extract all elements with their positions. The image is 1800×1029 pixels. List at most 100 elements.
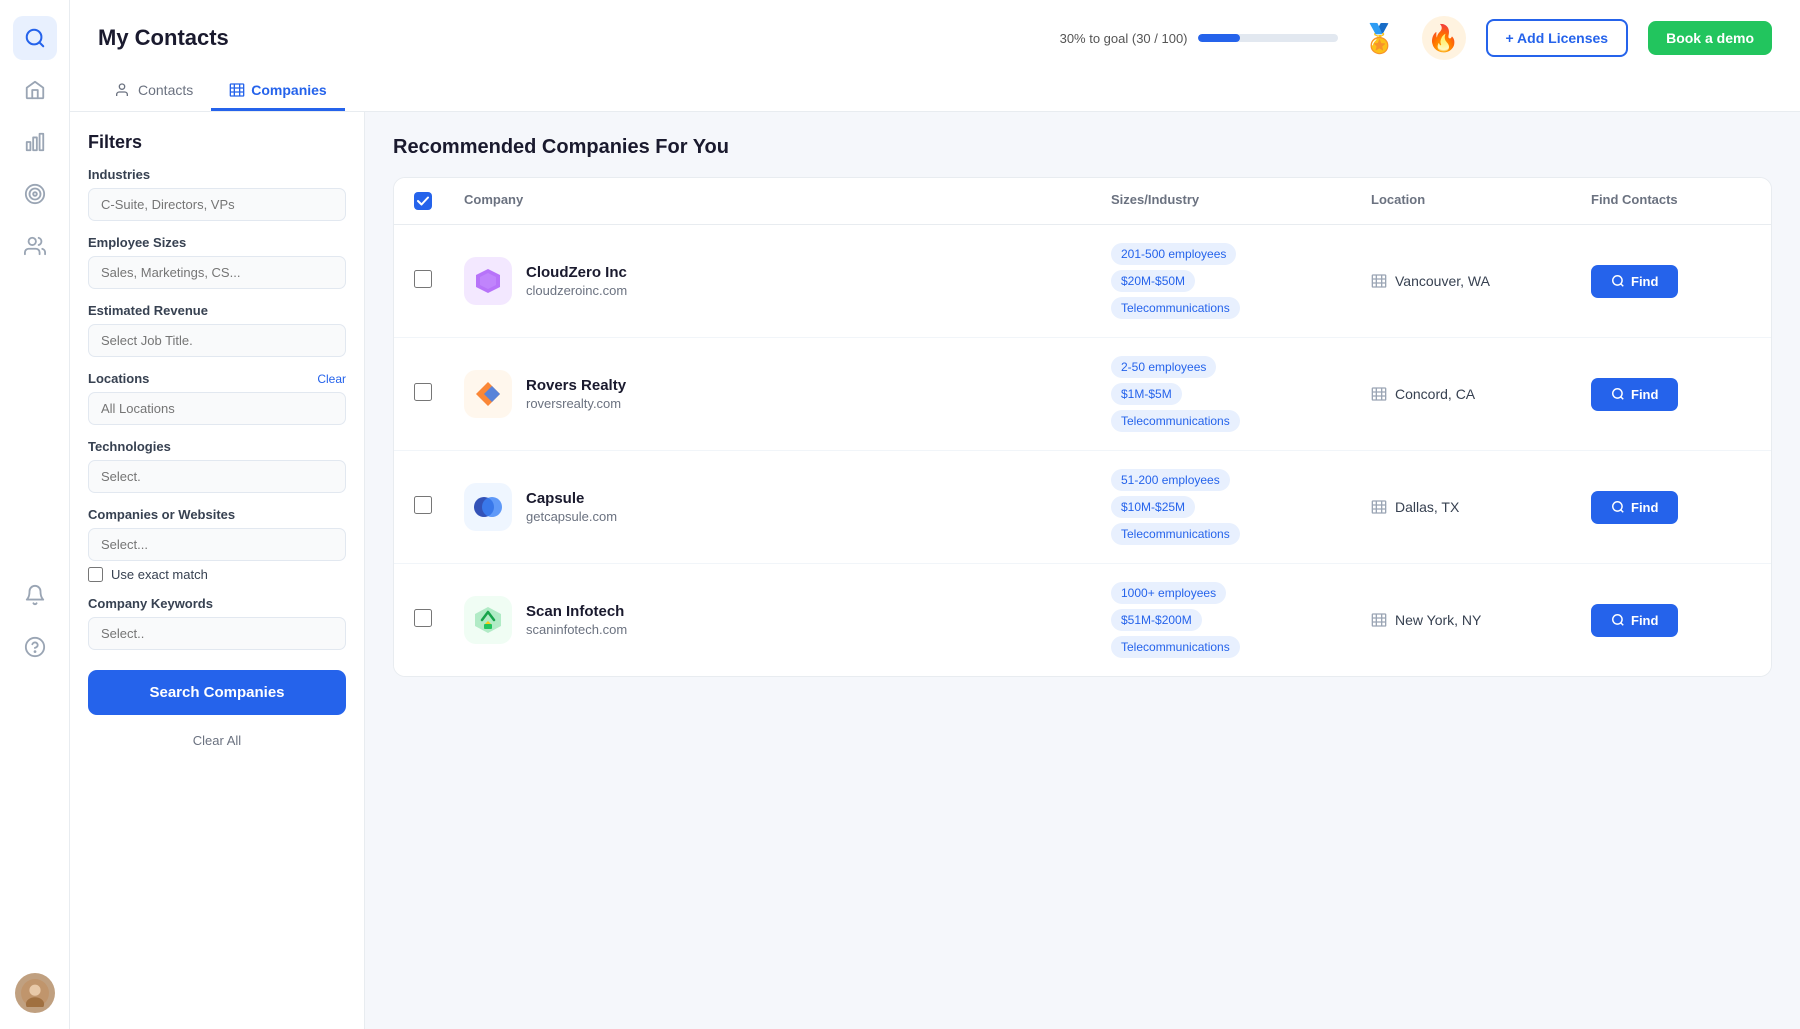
progress-area: 30% to goal (30 / 100) — [1060, 31, 1338, 46]
book-demo-button[interactable]: Book a demo — [1648, 21, 1772, 55]
row-checkbox-3[interactable] — [414, 609, 432, 627]
search-companies-button[interactable]: Search Companies — [88, 670, 346, 715]
tag-3-2: Telecommunications — [1111, 636, 1240, 658]
building-icon-2 — [1371, 499, 1387, 515]
filter-group-companies-websites: Companies or Websites Use exact match — [88, 507, 346, 582]
results-title: Recommended Companies For You — [393, 136, 1772, 159]
filter-group-technologies: Technologies — [88, 439, 346, 493]
company-info-1: Rovers Realty roversrealty.com — [526, 377, 626, 411]
tabs: Contacts Companies — [98, 72, 1772, 111]
companies-table: Company Sizes/Industry Location Find Con… — [393, 177, 1772, 677]
progress-label: 30% to goal (30 / 100) — [1060, 31, 1188, 46]
estimated-revenue-input[interactable] — [88, 324, 346, 357]
filter-label-employee-sizes: Employee Sizes — [88, 235, 186, 250]
sidebar-icon-home[interactable] — [13, 68, 57, 112]
header: My Contacts 30% to goal (30 / 100) 🏅 🔥 +… — [70, 0, 1800, 112]
row-checkbox-1[interactable] — [414, 383, 432, 401]
locations-clear-link[interactable]: Clear — [317, 372, 346, 386]
tag-2-2: Telecommunications — [1111, 523, 1240, 545]
body: Filters Industries Employee Sizes Estima… — [70, 112, 1800, 1029]
table-row: Scan Infotech scaninfotech.com 1000+ emp… — [394, 564, 1771, 676]
technologies-input[interactable] — [88, 460, 346, 493]
company-logo-1 — [464, 370, 512, 418]
company-cell-0: CloudZero Inc cloudzeroinc.com — [464, 257, 1111, 305]
companies-websites-input[interactable] — [88, 528, 346, 561]
company-logo-0 — [464, 257, 512, 305]
filters-title: Filters — [88, 132, 346, 153]
company-cell-1: Rovers Realty roversrealty.com — [464, 370, 1111, 418]
company-domain-1: roversrealty.com — [526, 396, 626, 411]
filter-label-company-keywords: Company Keywords — [88, 596, 213, 611]
sidebar-icon-contacts[interactable] — [13, 224, 57, 268]
company-info-2: Capsule getcapsule.com — [526, 490, 617, 524]
industries-input[interactable] — [88, 188, 346, 221]
company-cell-3: Scan Infotech scaninfotech.com — [464, 596, 1111, 644]
tag-3-0: 1000+ employees — [1111, 582, 1226, 604]
exact-match-checkbox[interactable] — [88, 567, 103, 582]
location-text-1: Concord, CA — [1395, 386, 1475, 402]
find-button-2[interactable]: Find — [1591, 491, 1678, 524]
find-button-3[interactable]: Find — [1591, 604, 1678, 637]
tab-companies[interactable]: Companies — [211, 72, 344, 111]
fire-icon: 🔥 — [1422, 16, 1466, 60]
col-sizes-industry: Sizes/Industry — [1111, 192, 1371, 210]
col-location: Location — [1371, 192, 1591, 210]
progress-bar-background — [1198, 34, 1338, 42]
building-icon-0 — [1371, 273, 1387, 289]
table-header: Company Sizes/Industry Location Find Con… — [394, 178, 1771, 225]
row-checkbox-2[interactable] — [414, 496, 432, 514]
row-checkbox-cell-2 — [414, 496, 464, 519]
filter-label-estimated-revenue: Estimated Revenue — [88, 303, 208, 318]
row-checkbox-0[interactable] — [414, 270, 432, 288]
tags-cell-0: 201-500 employees $20M-$50M Telecommunic… — [1111, 243, 1371, 319]
company-domain-0: cloudzeroinc.com — [526, 283, 627, 298]
medal-icon: 🏅 — [1358, 16, 1402, 60]
company-domain-3: scaninfotech.com — [526, 622, 627, 637]
sidebar — [0, 0, 70, 1029]
filter-group-industries: Industries — [88, 167, 346, 221]
tag-0-2: Telecommunications — [1111, 297, 1240, 319]
row-checkbox-cell-3 — [414, 609, 464, 632]
row-checkbox-cell-0 — [414, 270, 464, 293]
exact-match-label: Use exact match — [111, 567, 208, 582]
progress-bar-fill — [1198, 34, 1240, 42]
filter-label-companies-websites: Companies or Websites — [88, 507, 235, 522]
find-cell-0: Find — [1591, 265, 1751, 298]
find-button-1[interactable]: Find — [1591, 378, 1678, 411]
filter-label-locations: Locations — [88, 371, 149, 386]
location-text-0: Vancouver, WA — [1395, 273, 1490, 289]
location-cell-3: New York, NY — [1371, 612, 1591, 628]
locations-input[interactable] — [88, 392, 346, 425]
tag-1-2: Telecommunications — [1111, 410, 1240, 432]
clear-all-button[interactable]: Clear All — [88, 729, 346, 752]
header-checkbox-cell — [414, 192, 464, 210]
tags-cell-3: 1000+ employees $51M-$200M Telecommunica… — [1111, 582, 1371, 658]
user-avatar[interactable] — [15, 973, 55, 1013]
select-all-checkbox[interactable] — [414, 192, 432, 210]
building-icon-3 — [1371, 612, 1387, 628]
company-cell-2: Capsule getcapsule.com — [464, 483, 1111, 531]
sidebar-icon-search[interactable] — [13, 16, 57, 60]
sidebar-icon-chart[interactable] — [13, 120, 57, 164]
add-licenses-button[interactable]: + Add Licenses — [1486, 19, 1629, 57]
filter-group-estimated-revenue: Estimated Revenue — [88, 303, 346, 357]
tab-contacts[interactable]: Contacts — [98, 72, 211, 111]
company-name-3: Scan Infotech — [526, 603, 627, 620]
find-cell-3: Find — [1591, 604, 1751, 637]
employee-sizes-input[interactable] — [88, 256, 346, 289]
filter-label-technologies: Technologies — [88, 439, 171, 454]
building-icon-1 — [1371, 386, 1387, 402]
company-logo-3 — [464, 596, 512, 644]
sidebar-icon-help[interactable] — [13, 625, 57, 669]
filter-label-industries: Industries — [88, 167, 150, 182]
sidebar-icon-bell[interactable] — [13, 573, 57, 617]
tag-3-1: $51M-$200M — [1111, 609, 1202, 631]
filters-panel: Filters Industries Employee Sizes Estima… — [70, 112, 365, 1029]
find-button-0[interactable]: Find — [1591, 265, 1678, 298]
filter-group-employee-sizes: Employee Sizes — [88, 235, 346, 289]
find-cell-2: Find — [1591, 491, 1751, 524]
company-keywords-input[interactable] — [88, 617, 346, 650]
row-checkbox-cell-1 — [414, 383, 464, 406]
table-row: CloudZero Inc cloudzeroinc.com 201-500 e… — [394, 225, 1771, 338]
sidebar-icon-target[interactable] — [13, 172, 57, 216]
